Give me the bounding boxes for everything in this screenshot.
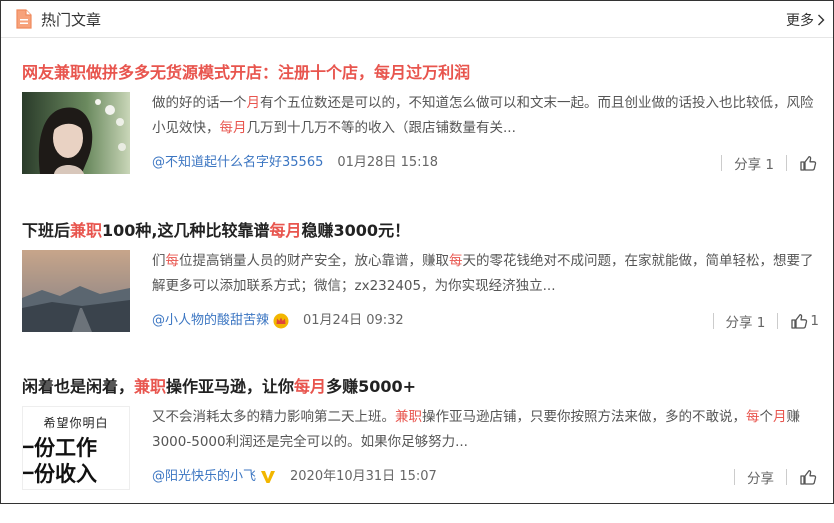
article-excerpt: 做的好的话一个月有个五位数还是可以的，不知道怎么做可以和文末一起。而且创业做的话… [152,95,814,136]
landscape-image [22,250,130,332]
article-excerpt: 又不会消耗太多的精力影响第二天上班。兼职操作亚马逊店铺，只要你按照方法来做，多的… [152,409,800,450]
divider [734,469,735,485]
article-item: 闲着也是闲着，兼职操作亚马逊，让你每月多赚5000+ 希望你明白 一份工作 一份… [1,373,833,523]
article-actions: 分享 [722,466,819,488]
more-link[interactable]: 更多 [786,10,825,30]
crown-badge-icon [273,313,289,329]
article-meta: @小人物的酸甜苦辣 01月24日 09:32 [152,310,404,332]
document-icon [16,9,32,29]
thumbs-up-icon [800,469,817,485]
thumbs-up-icon [800,155,817,171]
chevron-right-icon [818,14,825,26]
more-label: 更多 [786,13,814,29]
divider [777,313,779,329]
title-text: 网友 [22,63,55,82]
title-text: 稳赚3000元！ [301,221,411,240]
title-text: 多赚5000+ [326,377,417,396]
title-text: 过万利润 [406,63,471,82]
title-keyword: 兼职 [54,63,87,82]
publish-date: 01月24日 09:32 [303,313,404,328]
verified-v-icon [261,471,276,483]
title-keyword: 兼职 [134,377,167,396]
author-link[interactable]: @阳光快乐的小飞 [152,466,256,488]
hot-articles-panel: 热门文章 更多 网友兼职做拼多多无货源模式开店：注册十个店，每月过万利润 做的好… [0,0,834,504]
thumb-caption: 希望你明白 [43,416,109,430]
like-button[interactable] [799,468,819,486]
article-meta: @阳光快乐的小飞 2020年10月31日 15:07 [152,466,437,488]
publish-date: 2020年10月31日 15:07 [290,469,437,484]
article-excerpt: 们每位提高销量人员的财产安全，放心靠谱，赚取每天的零花钱绝对不成问题，在家就能做… [152,253,814,294]
title-keyword: 兼职 [70,221,103,240]
like-count: 1 [810,313,819,329]
title-keyword: 每月 [294,377,327,396]
portrait-image [22,92,130,174]
article-title[interactable]: 网友兼职做拼多多无货源模式开店：注册十个店，每月过万利润 [22,59,470,83]
share-button[interactable]: 分享 1 [726,311,766,331]
title-text: 做拼多多无货源模式开店：注册十个店， [86,63,375,82]
divider [712,313,714,329]
divider [786,469,787,485]
article-item: 网友兼职做拼多多无货源模式开店：注册十个店，每月过万利润 做的好的话一个月有个五… [1,59,833,209]
panel-header: 热门文章 更多 [1,1,833,38]
article-thumbnail[interactable] [22,92,130,174]
thumb-headline: 一份收入 [23,462,97,486]
divider [721,155,723,171]
publish-date: 01月28日 15:18 [337,155,439,170]
share-button[interactable]: 分享 [747,467,774,487]
article-meta: @不知道起什么名字好35565 01月28日 15:18 [152,152,438,174]
author-link[interactable]: @小人物的酸甜苦辣 [152,310,269,332]
like-button[interactable]: 1 [790,312,819,330]
divider [786,155,787,171]
article-thumbnail[interactable] [22,250,130,332]
thumb-headline: 一份工作 [23,436,97,460]
panel-title: 热门文章 [41,11,102,29]
title-text: 100种,这几种比较靠谱 [102,221,270,240]
title-text: 下班后 [22,221,71,240]
share-button[interactable]: 分享 1 [734,153,774,173]
title-keyword: 每月 [374,63,407,82]
author-link[interactable]: @不知道起什么名字好35565 [152,152,323,174]
like-button[interactable] [799,154,819,172]
article-title[interactable]: 闲着也是闲着，兼职操作亚马逊，让你每月多赚5000+ [22,373,416,397]
article-actions: 分享 1 [709,152,819,174]
article-thumbnail[interactable]: 希望你明白 一份工作 一份收入 [22,406,130,490]
article-actions: 分享 1 1 [701,310,819,332]
article-item: 下班后兼职100种,这几种比较靠谱每月稳赚3000元！ 们每位提高销量人员的财产… [1,217,833,367]
title-text: 操作亚马逊，让你 [166,377,295,396]
thumbs-up-icon [791,313,808,329]
title-text: 闲着也是闲着， [22,377,135,396]
article-title[interactable]: 下班后兼职100种,这几种比较靠谱每月稳赚3000元！ [22,217,410,241]
title-keyword: 每月 [269,221,302,240]
